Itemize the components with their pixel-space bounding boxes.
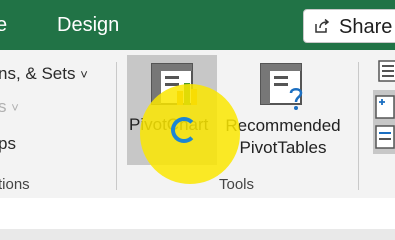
group-divider xyxy=(116,62,117,190)
recommended-pivottables-icon xyxy=(260,63,303,110)
disabled-dropdown: s ˅ xyxy=(0,97,19,116)
tools-group-label: Tools xyxy=(219,176,255,193)
share-button[interactable]: Share xyxy=(303,9,395,43)
share-icon xyxy=(315,18,330,33)
relationships-button[interactable]: ps xyxy=(0,134,16,154)
calculations-group-label: tions xyxy=(0,176,30,193)
ribbon-tab-bar: ze Design Share xyxy=(0,0,395,50)
field-list-icon[interactable] xyxy=(378,60,395,82)
group-divider xyxy=(358,62,359,190)
tab-analyze[interactable]: ze xyxy=(0,14,7,37)
worksheet-area xyxy=(0,198,395,229)
plus-minus-buttons-icon[interactable] xyxy=(373,90,395,154)
share-label: Share xyxy=(339,16,393,38)
loading-cursor-icon xyxy=(171,117,197,143)
fields-items-sets-menu[interactable]: ns, & Sets ˅ xyxy=(0,64,88,84)
tab-design[interactable]: Design xyxy=(57,14,119,37)
